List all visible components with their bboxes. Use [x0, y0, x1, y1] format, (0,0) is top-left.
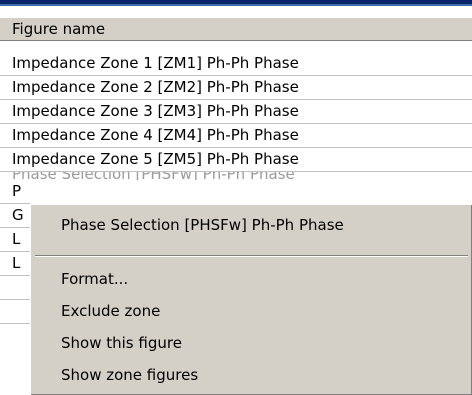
figure-list-window: Figure name Impedance Zone 1 [ZM1] Ph-Ph…	[0, 0, 472, 395]
column-header-label: Figure name	[12, 20, 106, 38]
list-row-label: Impedance Zone 3 [ZM3] Ph-Ph Phase	[12, 102, 299, 120]
list-row-zone-2[interactable]: Impedance Zone 2 [ZM2] Ph-Ph Phase	[0, 76, 472, 100]
menu-item-format[interactable]: Format...	[61, 268, 128, 290]
menu-item-label: Phase Selection [PHSFw] Ph-Ph Phase	[61, 216, 344, 234]
menu-item-show-this-figure[interactable]: Show this figure	[61, 332, 182, 354]
menu-item-label: Show zone figures	[61, 366, 199, 384]
list-row-stub-3[interactable]: L	[0, 228, 30, 252]
list-row-label: L	[12, 230, 21, 248]
list-row-zone-1[interactable]: Impedance Zone 1 [ZM1] Ph-Ph Phase	[0, 52, 472, 76]
list-row-empty	[0, 300, 30, 324]
list-row-label: P	[12, 182, 22, 200]
menu-item-show-zone-figures[interactable]: Show zone figures	[61, 364, 198, 386]
list-row-stub-2[interactable]: G	[0, 204, 30, 228]
list-row-phase-selection-obscured[interactable]: Phase Selection [PHSFw] Ph-Ph Phase	[0, 172, 472, 180]
list-row-label: L	[12, 254, 21, 272]
menu-item-label: Show this figure	[61, 334, 182, 352]
list-row-label: Impedance Zone 5 [ZM5] Ph-Ph Phase	[12, 150, 299, 168]
context-menu: Phase Selection [PHSFw] Ph-Ph Phase Form…	[30, 204, 472, 395]
column-header-figure-name[interactable]: Figure name	[0, 17, 472, 41]
list-row-stub-1[interactable]: P	[0, 180, 30, 204]
menu-item-exclude-zone[interactable]: Exclude zone	[61, 300, 160, 322]
list-row-label: G	[12, 206, 24, 224]
list-row-zone-5[interactable]: Impedance Zone 5 [ZM5] Ph-Ph Phase	[0, 148, 472, 172]
list-row-label: Impedance Zone 2 [ZM2] Ph-Ph Phase	[12, 78, 299, 96]
menu-item-phase-selection[interactable]: Phase Selection [PHSFw] Ph-Ph Phase	[61, 214, 344, 236]
menu-separator	[35, 255, 468, 257]
list-row-stub-4[interactable]: L	[0, 252, 30, 276]
menu-item-label: Format...	[61, 270, 129, 288]
list-row-empty	[0, 276, 30, 300]
list-row-zone-4[interactable]: Impedance Zone 4 [ZM4] Ph-Ph Phase	[0, 124, 472, 148]
list-row-label: Impedance Zone 1 [ZM1] Ph-Ph Phase	[12, 54, 299, 72]
menu-item-label: Exclude zone	[61, 302, 161, 320]
list-row-label: Impedance Zone 4 [ZM4] Ph-Ph Phase	[12, 126, 299, 144]
list-row-label: Phase Selection [PHSFw] Ph-Ph Phase	[12, 172, 295, 180]
list-row-zone-3[interactable]: Impedance Zone 3 [ZM3] Ph-Ph Phase	[0, 100, 472, 124]
